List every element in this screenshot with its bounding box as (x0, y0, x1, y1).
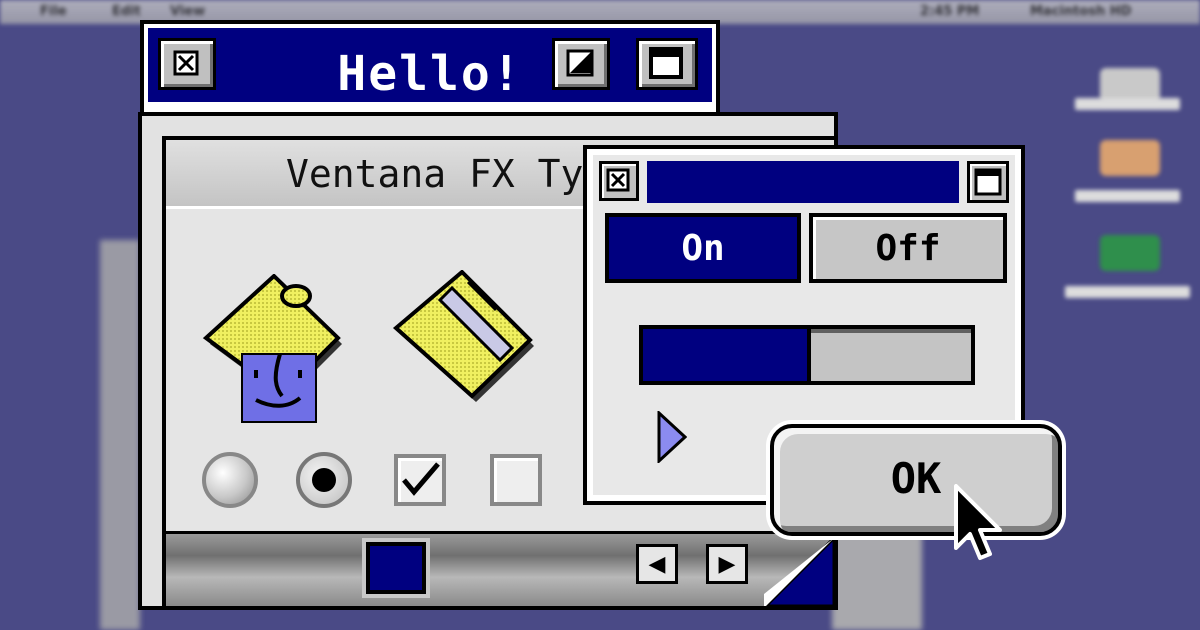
hello-title: Hello! (337, 46, 523, 102)
ventana-title: Ventana FX Ty (286, 152, 584, 196)
hello-title-bar[interactable]: Hello! (148, 28, 712, 102)
scroll-left-arrow-icon[interactable]: ◀ (636, 544, 678, 584)
checkbox-1[interactable] (394, 454, 446, 506)
scroll-right-arrow-icon[interactable]: ▶ (706, 544, 748, 584)
onoff-title-bar[interactable] (647, 161, 959, 203)
menu-app[interactable]: Macintosh HD (1030, 4, 1131, 19)
hello-window: Hello! (140, 20, 720, 120)
checkbox-2[interactable] (490, 454, 542, 506)
desktop-label (1075, 98, 1180, 110)
desktop-label (1065, 286, 1190, 298)
menu-view[interactable]: View (170, 4, 205, 19)
radio-button-2[interactable] (296, 452, 352, 508)
background-window (100, 240, 140, 630)
progress-fill (643, 329, 811, 381)
radio-button-1[interactable] (202, 452, 258, 508)
menu-clock: 2:45 PM (920, 4, 980, 19)
play-arrow-icon[interactable] (657, 411, 687, 463)
ok-button-label: OK (890, 454, 942, 503)
desktop-app-icon[interactable] (1100, 140, 1160, 176)
collapse-box-icon[interactable] (967, 161, 1009, 203)
menu-edit[interactable]: Edit (112, 4, 141, 19)
finder-folder-icon[interactable] (202, 274, 352, 434)
checkmark-icon (402, 462, 440, 496)
desktop-label (1075, 190, 1180, 202)
zoom-box-icon[interactable] (552, 38, 610, 90)
desktop-book-icon[interactable] (1100, 235, 1160, 271)
radio-dot-icon (312, 468, 336, 492)
segment-on[interactable]: On (605, 213, 801, 283)
menu-file[interactable]: File (40, 4, 67, 19)
open-folder-icon[interactable] (392, 270, 542, 410)
segment-off[interactable]: Off (809, 213, 1007, 283)
pointer-cursor-icon (954, 484, 1002, 560)
resize-grip-icon[interactable] (764, 534, 834, 606)
collapse-box-icon[interactable] (636, 38, 698, 90)
ok-button[interactable]: OK (770, 424, 1062, 536)
progress-bar (639, 325, 975, 385)
background-window-2 (832, 520, 922, 630)
scroll-thumb[interactable] (366, 542, 426, 594)
horizontal-scrollbar[interactable]: ◀ ▶ (166, 531, 834, 606)
close-box-icon[interactable] (599, 161, 639, 201)
